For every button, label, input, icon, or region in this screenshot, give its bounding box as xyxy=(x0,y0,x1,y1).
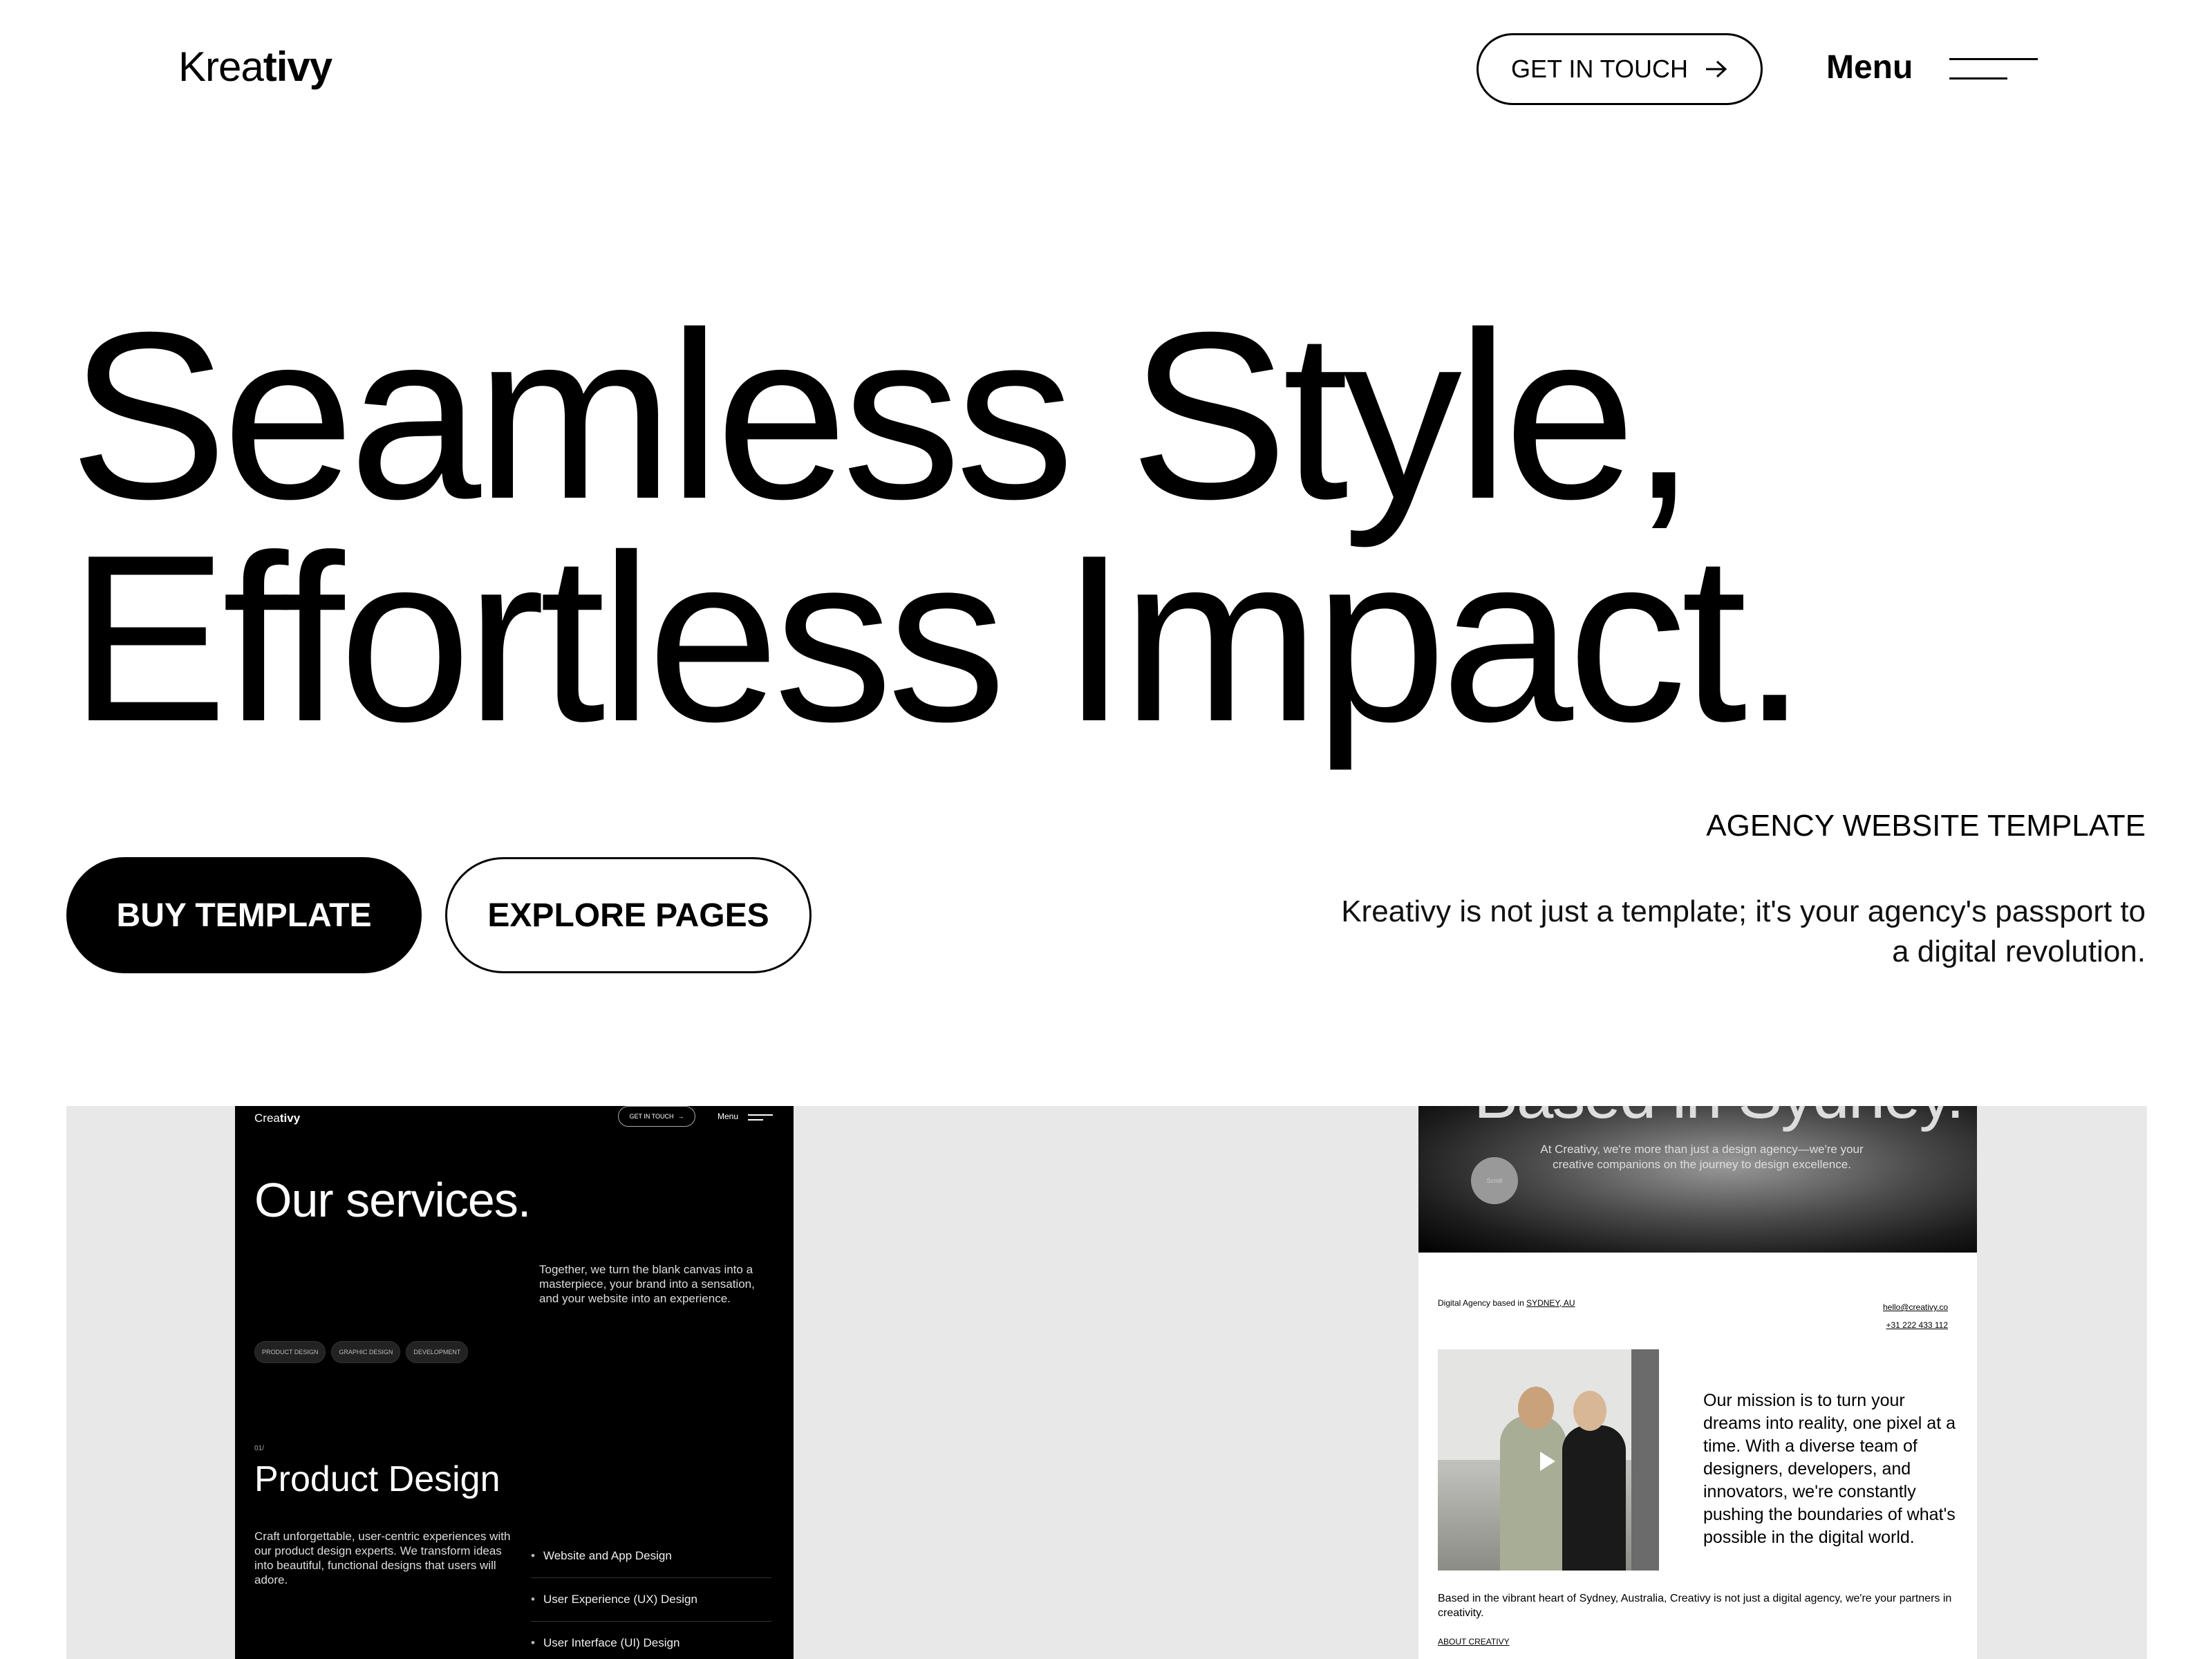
hero-title-line-1: Seamless Style, xyxy=(69,283,1696,548)
list-item: User Interface (UI) Design xyxy=(531,1622,771,1659)
template-kicker: AGENCY WEBSITE TEMPLATE xyxy=(1706,809,2146,843)
phone-link: +31 222 433 112 xyxy=(1886,1320,1948,1330)
get-in-touch-label: GET IN TOUCH xyxy=(1510,55,1689,83)
hamburger-icon[interactable] xyxy=(1949,58,2038,82)
list-item: Website and App Design xyxy=(531,1535,771,1578)
menu-label[interactable]: Menu xyxy=(1826,48,1913,86)
buy-template-button[interactable]: BUY TEMPLATE xyxy=(66,857,422,973)
services-page-preview[interactable]: Creativy GET IN TOUCH → Menu Our service… xyxy=(235,1106,794,1659)
agency-location-prefix: Digital Agency based in xyxy=(1438,1298,1524,1308)
arrow-right-icon xyxy=(1706,60,1727,78)
services-description: Together, we turn the blank canvas into … xyxy=(539,1263,755,1305)
mission-text: Our mission is to turn your dreams into … xyxy=(1703,1391,1956,1547)
about-hero-text: At Creativy, we're more than just a desi… xyxy=(1540,1143,1864,1171)
about-hero-heading: Based in Sydney. xyxy=(1474,1106,1965,1134)
preview-arrow-icon: → xyxy=(677,1113,684,1120)
get-in-touch-button[interactable]: GET IN TOUCH xyxy=(1477,33,1763,105)
about-link: ABOUT CREATIVY xyxy=(1438,1637,1510,1647)
preview-menu-label: Menu xyxy=(718,1112,739,1121)
explore-pages-button[interactable]: EXPLORE PAGES xyxy=(445,857,812,973)
agency-location: Digital Agency based in SYDNEY, AU xyxy=(1438,1298,1575,1308)
section-text: Craft unforgettable, user-centric experi… xyxy=(254,1530,511,1586)
team-video-thumbnail xyxy=(1438,1349,1659,1571)
preview-logo-light: Crea xyxy=(254,1112,280,1125)
hero-title: Seamless Style, Effortless Impact. xyxy=(69,283,1808,771)
tag-graphic-design: GRAPHIC DESIGN xyxy=(331,1341,401,1363)
services-list: Website and App Design User Experience (… xyxy=(531,1535,771,1659)
preview-gallery: Creativy GET IN TOUCH → Menu Our service… xyxy=(66,1106,2147,1659)
preview-logo: Creativy xyxy=(254,1112,300,1125)
contact-details: hello@creativy.co +31 222 433 112 xyxy=(1883,1298,1948,1334)
section-title: Product Design xyxy=(254,1459,500,1499)
services-tags: PRODUCT DESIGN GRAPHIC DESIGN DEVELOPMEN… xyxy=(254,1341,469,1363)
section-number: 01/ xyxy=(254,1445,264,1452)
hero-tagline: Kreativy is not just a template; it's yo… xyxy=(1341,894,2146,968)
hero-title-line-2: Effortless Impact. xyxy=(69,505,1808,771)
play-icon xyxy=(1540,1452,1555,1471)
about-page-preview[interactable]: Based in Sydney. At Creativy, we're more… xyxy=(1418,1106,1977,1659)
agency-location-link: SYDNEY, AU xyxy=(1526,1298,1575,1308)
tag-product-design: PRODUCT DESIGN xyxy=(254,1341,326,1363)
based-paragraph: Based in the vibrant heart of Sydney, Au… xyxy=(1438,1593,1952,1619)
services-title: Our services. xyxy=(254,1173,531,1227)
email-link: hello@creativy.co xyxy=(1883,1302,1948,1312)
scroll-circle-button: Scroll xyxy=(1471,1157,1518,1204)
about-hero-image: Based in Sydney. At Creativy, we're more… xyxy=(1418,1106,1977,1253)
preview-get-in-touch-label: GET IN TOUCH xyxy=(629,1113,674,1120)
tag-development: DEVELOPMENT xyxy=(406,1341,469,1363)
preview-logo-bold: tivy xyxy=(279,1112,301,1125)
list-item: User Experience (UX) Design xyxy=(531,1578,771,1622)
preview-hamburger-icon xyxy=(748,1114,773,1121)
preview-get-in-touch-button: GET IN TOUCH → xyxy=(618,1106,695,1127)
logo-bold: tivy xyxy=(263,44,332,90)
logo-light: Krea xyxy=(178,44,264,90)
logo[interactable]: Kreativy xyxy=(178,43,332,91)
